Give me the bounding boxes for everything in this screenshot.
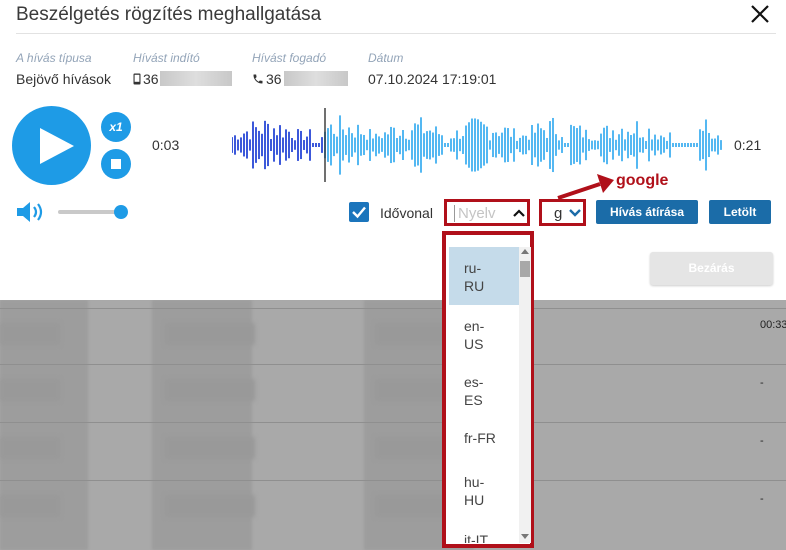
- phone-icon: [253, 74, 263, 84]
- timeline-label: Idővonal: [380, 205, 433, 221]
- play-icon: [40, 128, 74, 164]
- language-option[interactable]: hu-HU: [449, 461, 521, 517]
- call-type-label: A hívás típusa: [16, 51, 92, 65]
- total-time: 0:21: [734, 137, 762, 153]
- mobile-phone-icon: [133, 73, 141, 85]
- dropdown-scrollbar[interactable]: [519, 247, 531, 543]
- receiver-redaction: [284, 71, 348, 86]
- language-options-list: ru-RU en-US es-ES fr-FR hu-HU it-IT: [449, 247, 521, 543]
- checkmark-icon: [352, 206, 366, 219]
- language-select-placeholder: Nyelv: [454, 205, 496, 222]
- transcribe-button[interactable]: Hívás átírása: [596, 200, 698, 224]
- title-divider: [16, 33, 776, 34]
- volume-icon[interactable]: [16, 201, 46, 223]
- date-label: Dátum: [368, 51, 404, 65]
- stop-button[interactable]: [101, 149, 131, 179]
- chevron-down-icon: [569, 209, 581, 217]
- close-button[interactable]: Bezárás: [650, 252, 773, 285]
- google-annotation-label: google: [616, 172, 669, 189]
- language-option[interactable]: fr-FR: [449, 417, 521, 457]
- play-button[interactable]: [12, 106, 91, 185]
- row-duration: 00:33: [760, 319, 786, 331]
- row-duration: -: [760, 493, 764, 505]
- timeline-checkbox[interactable]: [349, 202, 369, 222]
- dialog-title: Beszélgetés rögzítés meghallgatása: [16, 4, 322, 25]
- engine-select[interactable]: g: [539, 199, 586, 226]
- chevron-up-icon: [513, 209, 525, 217]
- scroll-up-icon[interactable]: [521, 249, 529, 254]
- caller-redaction: [160, 71, 232, 86]
- playback-speed-button[interactable]: x1: [101, 112, 131, 142]
- row-duration: -: [760, 377, 764, 389]
- engine-select-value: g: [554, 205, 563, 222]
- table-row: -: [0, 480, 786, 536]
- close-icon[interactable]: [748, 2, 772, 26]
- table-row: 00:33: [0, 308, 786, 364]
- download-button[interactable]: Letölt: [709, 200, 771, 224]
- language-select[interactable]: Nyelv: [444, 199, 530, 226]
- recording-dialog: Beszélgetés rögzítés meghallgatása A hív…: [0, 0, 786, 300]
- date-value: 07.10.2024 17:19:01: [368, 71, 497, 87]
- call-type-value: Bejövő hívások: [16, 71, 111, 87]
- table-row: -: [0, 364, 786, 420]
- volume-slider-handle[interactable]: [114, 205, 128, 219]
- volume-slider[interactable]: [58, 210, 122, 214]
- receiver-value: 36: [266, 71, 282, 87]
- language-option[interactable]: ru-RU: [449, 247, 521, 305]
- language-option[interactable]: en-US: [449, 305, 521, 361]
- background-table: 00:33 - - -: [0, 300, 786, 550]
- caller-value: 36: [143, 71, 159, 87]
- language-dropdown: ru-RU en-US es-ES fr-FR hu-HU it-IT: [442, 231, 534, 548]
- scroll-down-icon[interactable]: [521, 534, 529, 539]
- language-option[interactable]: it-IT: [449, 517, 521, 543]
- scrollbar-thumb[interactable]: [520, 261, 530, 277]
- current-time: 0:03: [152, 137, 180, 153]
- caller-label: Hívást indító: [133, 51, 200, 65]
- receiver-label: Hívást fogadó: [252, 51, 327, 65]
- waveform[interactable]: [232, 108, 722, 182]
- language-option[interactable]: es-ES: [449, 361, 521, 417]
- row-duration: -: [760, 435, 764, 447]
- table-row: -: [0, 422, 786, 478]
